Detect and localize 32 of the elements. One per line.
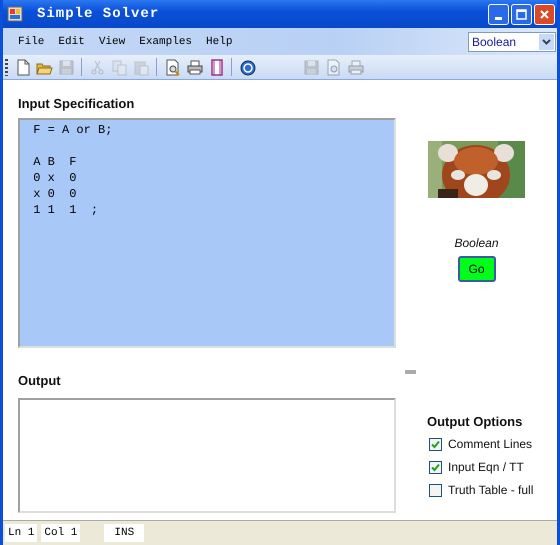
minimize-icon bbox=[495, 16, 502, 20]
output-label: Output bbox=[18, 373, 62, 388]
menu-item[interactable]: Examples bbox=[132, 34, 200, 50]
toolbar-grip[interactable] bbox=[5, 58, 8, 76]
menu-item[interactable]: File bbox=[11, 34, 52, 50]
app-icon bbox=[7, 6, 23, 22]
menu-item[interactable]: Help bbox=[199, 34, 240, 50]
mode-dropdown[interactable]: Boolean bbox=[468, 32, 556, 52]
input-label: Input Specification bbox=[18, 96, 136, 111]
close-icon bbox=[539, 8, 550, 20]
window-title: Simple Solver bbox=[37, 6, 160, 22]
checkbox[interactable] bbox=[429, 438, 442, 450]
checkbox[interactable] bbox=[429, 484, 442, 496]
menu-item[interactable]: Edit bbox=[51, 34, 92, 50]
options-title: Output Options bbox=[427, 414, 524, 429]
menu-item[interactable]: View bbox=[92, 34, 132, 50]
status-field: INS bbox=[104, 524, 144, 542]
checkbox-label: Comment Lines bbox=[448, 437, 532, 451]
go-button[interactable]: Go bbox=[458, 256, 496, 282]
mode-label: Boolean bbox=[454, 236, 499, 250]
status-field: Col 1 bbox=[41, 524, 80, 542]
checkbox-label: Truth Table - full bbox=[448, 483, 534, 497]
input-editor[interactable]: F = A or B; A B F 0 x 0 x 0 0 1 1 1 ; bbox=[18, 118, 396, 348]
splitter-handle[interactable] bbox=[405, 370, 416, 374]
checkbox[interactable] bbox=[429, 460, 442, 474]
checkbox-label: Input Eqn / TT bbox=[448, 460, 524, 474]
maximize-button[interactable] bbox=[511, 4, 532, 24]
close-button[interactable] bbox=[534, 4, 555, 24]
output-box[interactable] bbox=[18, 398, 396, 513]
minimize-button[interactable] bbox=[488, 4, 509, 24]
status-field: Ln 1 bbox=[5, 524, 38, 542]
maximize-icon bbox=[516, 8, 527, 20]
